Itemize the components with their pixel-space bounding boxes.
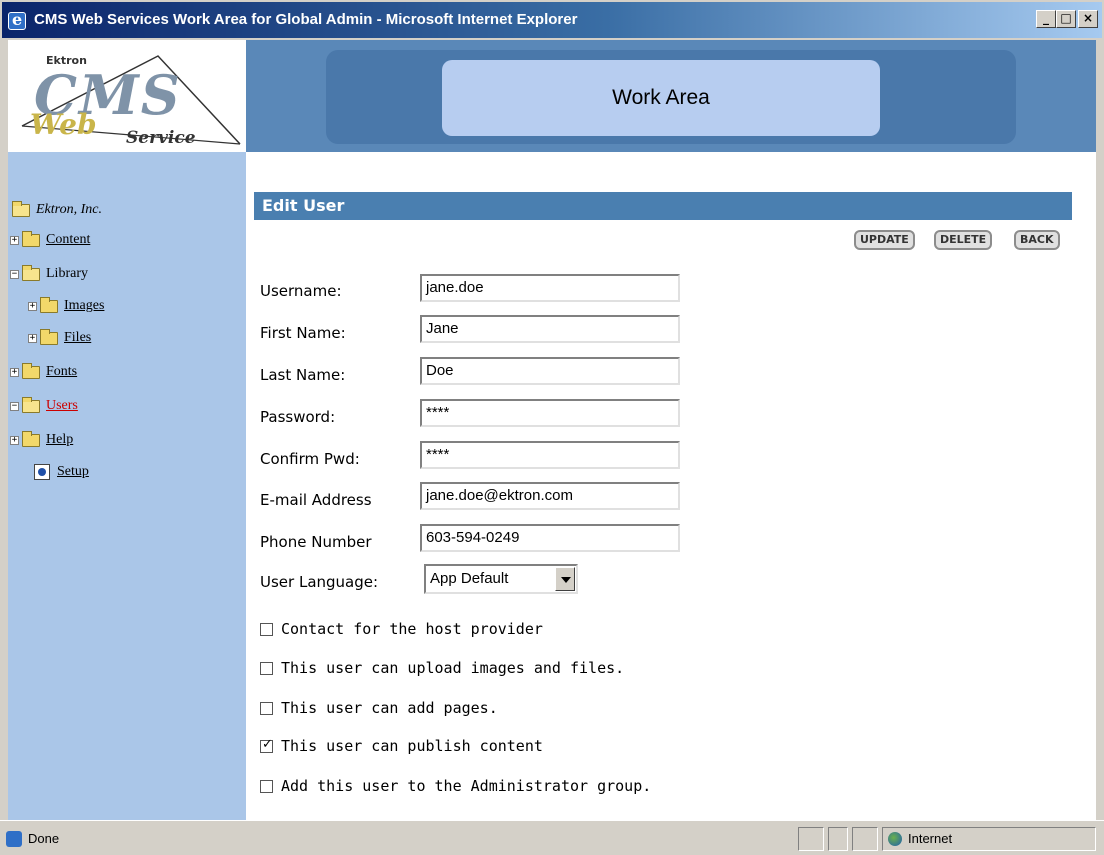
tree-item-library-label: Library (46, 266, 88, 281)
collapse-minus-icon[interactable]: − (10, 401, 19, 411)
work-area-header: Work Area (246, 40, 1096, 152)
section-title-bar: Edit User (254, 192, 1072, 220)
password-label: Password: (260, 408, 336, 426)
host-contact-checkbox[interactable] (260, 622, 273, 636)
maximize-button[interactable]: □ (1056, 10, 1076, 28)
edit-user-content: Edit User UPDATE DELETE BACK Username: j… (246, 152, 1096, 820)
setup-page-icon (34, 464, 50, 480)
section-title: Edit User (262, 196, 345, 215)
user-language-label: User Language: (260, 573, 379, 591)
collapse-minus-icon[interactable]: − (10, 269, 19, 279)
tree-item-library[interactable]: − Library (10, 262, 88, 286)
status-bar: Done Internet (0, 820, 1104, 855)
last-name-input[interactable]: Doe (420, 357, 680, 385)
status-cell (852, 827, 878, 851)
expand-plus-icon[interactable]: + (10, 367, 19, 377)
folder-icon (40, 296, 58, 313)
status-text: Done (28, 831, 60, 846)
folder-icon (22, 230, 40, 247)
navigation-panel: Ektron CMS Web Service Ektron, Inc. + Co… (8, 40, 246, 820)
checkbox-row-admin-group[interactable]: Add this user to the Administrator group… (260, 777, 651, 795)
publish-label: This user can publish content (281, 737, 543, 755)
host-contact-label: Contact for the host provider (281, 620, 543, 638)
first-name-label: First Name: (260, 324, 346, 342)
tree-item-setup-link[interactable]: Setup (57, 464, 89, 480)
admin-group-checkbox[interactable] (260, 779, 273, 793)
tree-item-fonts-link[interactable]: Fonts (46, 364, 77, 380)
tree-item-content[interactable]: + Content (10, 228, 90, 252)
folder-icon (40, 328, 58, 345)
status-cell (798, 827, 824, 851)
first-name-input[interactable]: Jane (420, 315, 680, 343)
checkbox-row-publish[interactable]: This user can publish content (260, 737, 543, 755)
password-input[interactable]: **** (420, 399, 680, 427)
tree-item-users-link[interactable]: Users (46, 398, 78, 414)
tree-item-help[interactable]: + Help (10, 428, 73, 452)
logo-service-text: Service (126, 128, 196, 148)
folder-icon (22, 362, 40, 379)
publish-checkbox[interactable] (260, 737, 273, 753)
logo-web-text: Web (30, 108, 97, 141)
expand-plus-icon[interactable]: + (10, 235, 19, 245)
tree-root[interactable]: Ektron, Inc. (12, 198, 102, 222)
confirm-password-label: Confirm Pwd: (260, 450, 360, 468)
header-title: Work Area (612, 86, 710, 109)
checkbox-row-add-pages[interactable]: This user can add pages. (260, 699, 498, 717)
window-title: CMS Web Services Work Area for Global Ad… (34, 11, 578, 28)
user-language-select[interactable]: App Default (424, 564, 578, 594)
update-button[interactable]: UPDATE (854, 230, 915, 250)
tree-item-images[interactable]: + Images (28, 294, 104, 318)
open-folder-icon (22, 264, 40, 281)
tree-item-files[interactable]: + Files (28, 326, 91, 350)
window-title-bar[interactable]: CMS Web Services Work Area for Global Ad… (0, 0, 1104, 40)
tree-item-fonts[interactable]: + Fonts (10, 360, 77, 384)
username-input[interactable]: jane.doe (420, 274, 680, 302)
phone-label: Phone Number (260, 533, 372, 551)
minimize-button[interactable]: _ (1036, 10, 1056, 28)
open-folder-icon (22, 396, 40, 413)
last-name-label: Last Name: (260, 366, 346, 384)
tree-root-label: Ektron, Inc. (36, 202, 102, 217)
internet-zone-icon (888, 832, 902, 846)
tree-item-files-link[interactable]: Files (64, 330, 91, 346)
tree-item-images-link[interactable]: Images (64, 298, 104, 314)
upload-label: This user can upload images and files. (281, 659, 625, 677)
tree-item-setup[interactable]: Setup (34, 460, 89, 484)
dropdown-arrow-icon[interactable] (555, 567, 575, 591)
back-button[interactable]: BACK (1014, 230, 1060, 250)
email-label: E-mail Address (260, 491, 372, 509)
username-label: Username: (260, 282, 342, 300)
upload-checkbox[interactable] (260, 661, 273, 675)
page-done-icon (6, 831, 22, 847)
checkbox-row-upload[interactable]: This user can upload images and files. (260, 659, 624, 677)
tree-item-help-link[interactable]: Help (46, 432, 73, 448)
email-input[interactable]: jane.doe@ektron.com (420, 482, 680, 510)
expand-plus-icon[interactable]: + (28, 333, 37, 343)
add-pages-checkbox[interactable] (260, 701, 273, 715)
security-zone-label: Internet (908, 831, 953, 846)
confirm-password-input[interactable]: **** (420, 441, 680, 469)
header-title-panel: Work Area (442, 60, 880, 136)
checkbox-row-host-contact[interactable]: Contact for the host provider (260, 620, 543, 638)
open-folder-icon (12, 200, 30, 217)
close-button[interactable]: × (1078, 10, 1098, 28)
internet-explorer-icon (8, 10, 26, 30)
admin-group-label: Add this user to the Administrator group… (281, 777, 652, 795)
expand-plus-icon[interactable]: + (10, 435, 19, 445)
folder-icon (22, 430, 40, 447)
status-cell (828, 827, 848, 851)
tree-item-content-link[interactable]: Content (46, 232, 90, 248)
user-language-value: App Default (430, 570, 509, 587)
cms-web-service-logo: Ektron CMS Web Service (8, 40, 246, 152)
phone-input[interactable]: 603-594-0249 (420, 524, 680, 552)
delete-button[interactable]: DELETE (934, 230, 993, 250)
add-pages-label: This user can add pages. (281, 699, 498, 717)
tree-item-users[interactable]: − Users (10, 394, 78, 418)
expand-plus-icon[interactable]: + (28, 301, 37, 311)
